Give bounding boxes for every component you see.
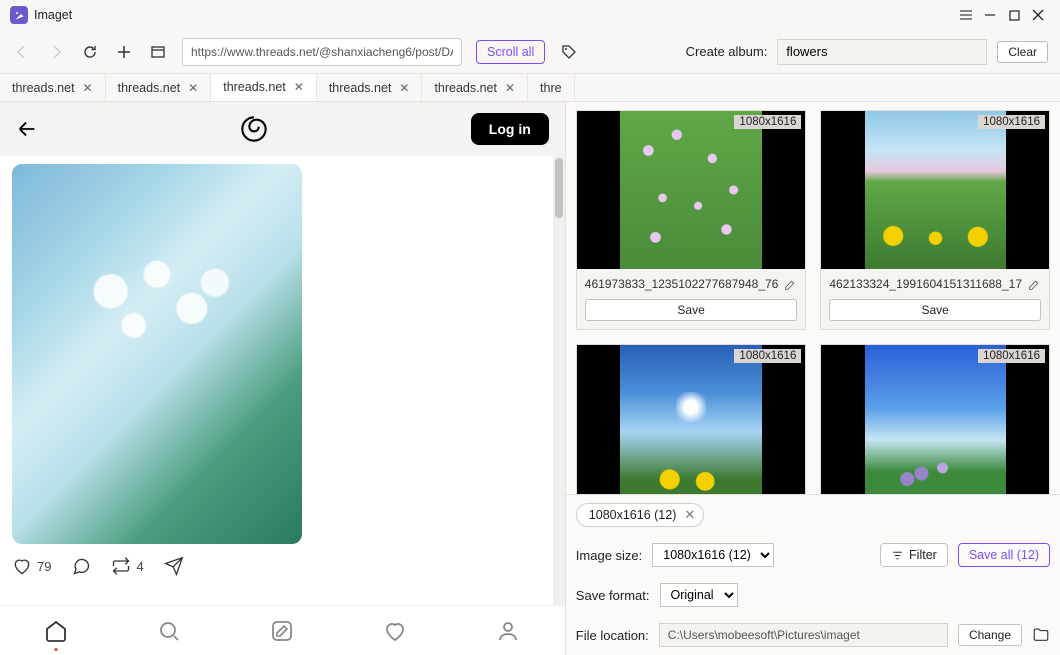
page-back-button[interactable]: [16, 118, 38, 140]
image-panel: 1080x1616 461973833_1235102277687948_76 …: [565, 102, 1060, 655]
close-icon[interactable]: ✕: [399, 81, 409, 95]
album-input[interactable]: [777, 39, 987, 65]
image-size-label: Image size:: [576, 548, 642, 563]
thumb-image[interactable]: 1080x1616: [821, 345, 1049, 494]
threads-logo: [240, 115, 268, 143]
nav-activity[interactable]: [383, 619, 407, 643]
thumb-card: 1080x1616 462133324_1991604151311688_17 …: [820, 110, 1050, 330]
dimension-badge: 1080x1616: [978, 349, 1045, 363]
nav-profile[interactable]: [496, 619, 520, 643]
edit-icon[interactable]: [784, 278, 797, 291]
toolbar: Scroll all Create album: Clear: [0, 30, 1060, 74]
repost-button[interactable]: 4: [111, 556, 143, 576]
close-icon[interactable]: ✕: [188, 81, 198, 95]
thumb-card: 1080x1616 461973833_1235102277687948_76 …: [576, 110, 807, 330]
url-input[interactable]: [182, 38, 462, 66]
close-icon[interactable]: ✕: [505, 81, 515, 95]
scrollbar[interactable]: [553, 156, 565, 605]
tabbar: threads.net✕ threads.net✕ threads.net✕ t…: [0, 74, 1060, 102]
thumb-filename: 461973833_1235102277687948_76: [585, 277, 798, 291]
close-icon[interactable]: ✕: [83, 81, 93, 95]
new-tab-button[interactable]: [114, 42, 134, 62]
chip-remove-icon[interactable]: ✕: [684, 507, 695, 523]
titlebar: Imaget: [0, 0, 1060, 30]
save-format-select[interactable]: Original: [660, 583, 738, 607]
close-button[interactable]: [1026, 3, 1050, 27]
app-logo: [10, 6, 28, 24]
thumb-filename: 462133324_1991604151311688_17: [829, 277, 1041, 291]
edit-icon[interactable]: [1028, 278, 1041, 291]
hamburger-icon[interactable]: [954, 3, 978, 27]
file-location-label: File location:: [576, 628, 649, 643]
dimension-badge: 1080x1616: [734, 349, 801, 363]
save-button[interactable]: Save: [585, 299, 798, 321]
tab-0[interactable]: threads.net✕: [0, 74, 106, 101]
image-size-select[interactable]: 1080x1616 (12): [652, 543, 774, 567]
folder-icon[interactable]: [1032, 626, 1050, 644]
tab-2[interactable]: threads.net✕: [211, 74, 317, 102]
nav-search[interactable]: [157, 619, 181, 643]
like-button[interactable]: 79: [12, 556, 51, 576]
thumb-card: 1080x1616: [576, 344, 807, 494]
chip-row: 1080x1616 (12) ✕: [566, 494, 1060, 535]
post-image[interactable]: [12, 164, 302, 544]
thumb-card: 1080x1616: [820, 344, 1050, 494]
change-button[interactable]: Change: [958, 624, 1022, 646]
dimension-badge: 1080x1616: [978, 115, 1045, 129]
tab-1[interactable]: threads.net✕: [106, 74, 212, 101]
scroll-all-button[interactable]: Scroll all: [476, 40, 545, 64]
minimize-button[interactable]: [978, 3, 1002, 27]
comment-button[interactable]: [71, 556, 91, 576]
window-icon[interactable]: [148, 42, 168, 62]
tag-icon[interactable]: [559, 42, 579, 62]
login-button[interactable]: Log in: [471, 113, 549, 145]
dimension-badge: 1080x1616: [734, 115, 801, 129]
app-title: Imaget: [34, 8, 72, 22]
size-chip: 1080x1616 (12) ✕: [576, 503, 704, 527]
page-header: Log in: [0, 102, 565, 156]
forward-button[interactable]: [46, 42, 66, 62]
thumb-image[interactable]: 1080x1616: [821, 111, 1049, 269]
save-all-button[interactable]: Save all (12): [958, 543, 1050, 567]
thumb-image[interactable]: 1080x1616: [577, 345, 806, 494]
tab-3[interactable]: threads.net✕: [317, 74, 423, 101]
browser-pane: Log in 79 4: [0, 102, 565, 655]
save-button[interactable]: Save: [829, 299, 1041, 321]
file-location-input[interactable]: [659, 623, 948, 647]
clear-button[interactable]: Clear: [997, 41, 1048, 63]
tab-4[interactable]: threads.net✕: [422, 74, 528, 101]
share-button[interactable]: [164, 556, 184, 576]
post-actions: 79 4: [12, 544, 553, 588]
nav-home[interactable]: [44, 619, 68, 643]
thumb-image[interactable]: 1080x1616: [577, 111, 806, 269]
save-format-label: Save format:: [576, 588, 650, 603]
bottom-nav: [0, 605, 565, 655]
reload-button[interactable]: [80, 42, 100, 62]
nav-compose[interactable]: [270, 619, 294, 643]
filter-button[interactable]: Filter: [880, 543, 948, 567]
tab-5[interactable]: thre: [528, 74, 575, 101]
back-button[interactable]: [12, 42, 32, 62]
close-icon[interactable]: ✕: [294, 80, 304, 94]
album-label: Create album:: [686, 44, 768, 59]
maximize-button[interactable]: [1002, 3, 1026, 27]
